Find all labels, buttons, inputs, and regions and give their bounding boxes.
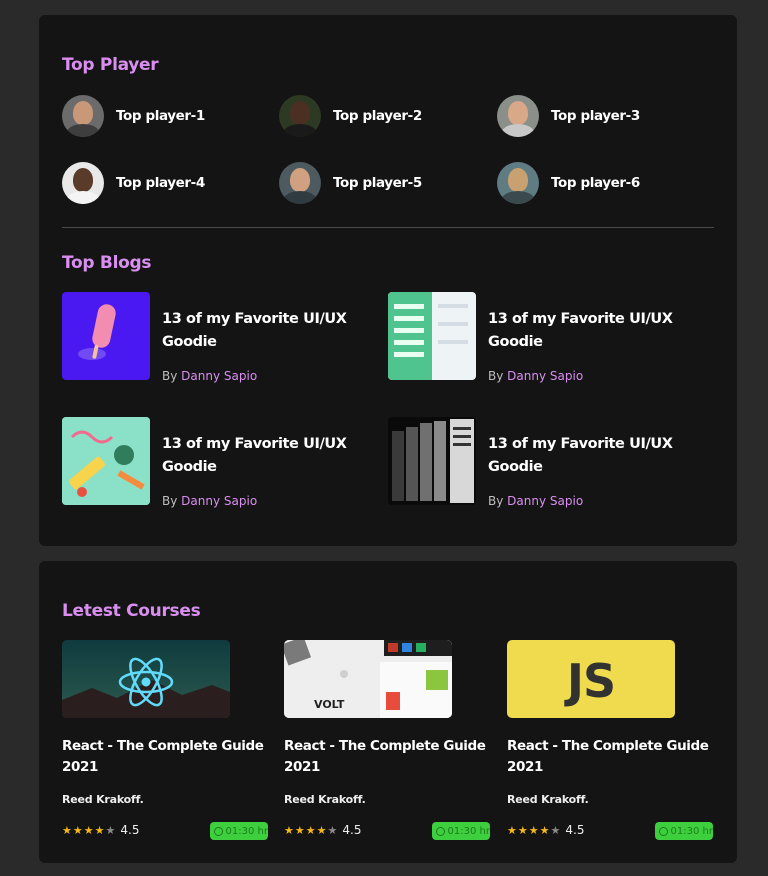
star-icon: ★ — [517, 823, 528, 837]
player-name: Top player-1 — [116, 108, 205, 124]
course-title[interactable]: React - The Complete Guide 2021 — [284, 736, 494, 778]
star-icon: ★ — [62, 823, 72, 837]
course-thumbnail: JS — [507, 640, 675, 718]
clock-icon — [659, 826, 668, 836]
star-icon: ★ — [105, 823, 116, 837]
player-name: Top player-4 — [116, 175, 205, 191]
blog-card[interactable]: 13 of my Favorite UI/UX Goodie By Danny … — [388, 417, 688, 508]
clock-icon — [436, 826, 445, 836]
avatar-icon — [279, 162, 321, 204]
player-item[interactable]: Top player-2 — [279, 95, 422, 137]
star-icon: ★ — [316, 823, 327, 837]
rating-value: 4.5 — [565, 823, 585, 837]
blog-meta: By Danny Sapio — [162, 369, 257, 383]
blog-meta: By Danny Sapio — [162, 494, 257, 508]
duration-text: 01:30 hr — [447, 825, 490, 837]
star-icon: ★ — [305, 823, 316, 837]
clock-icon — [214, 826, 223, 836]
course-author: Reed Krakoff. — [284, 793, 366, 806]
courses-card: Letest Courses React - The Complete Guid… — [39, 561, 737, 863]
player-name: Top player-6 — [551, 175, 640, 191]
course-rating: ★ ★ ★ ★ ★ 4.5 — [507, 823, 584, 837]
star-icon: ★ — [327, 823, 338, 837]
course-rating: ★ ★ ★ ★ ★ 4.5 — [62, 823, 139, 837]
course-author: Reed Krakoff. — [62, 793, 144, 806]
course-card[interactable]: VOLT React - The Complete Guide 2021 Ree… — [284, 640, 492, 860]
blog-card[interactable]: 13 of my Favorite UI/UX Goodie By Danny … — [388, 292, 688, 383]
player-name: Top player-5 — [333, 175, 422, 191]
by-label: By — [488, 494, 504, 508]
top-player-heading: Top Player — [62, 55, 159, 75]
latest-courses-heading: Letest Courses — [62, 601, 201, 621]
avatar-icon — [279, 95, 321, 137]
blog-meta: By Danny Sapio — [488, 494, 583, 508]
js-logo-text: JS — [566, 654, 616, 708]
player-name: Top player-2 — [333, 108, 422, 124]
player-item[interactable]: Top player-5 — [279, 162, 422, 204]
blog-card[interactable]: 13 of my Favorite UI/UX Goodie By Danny … — [62, 292, 362, 383]
star-icon: ★ — [284, 823, 294, 837]
player-item[interactable]: Top player-1 — [62, 95, 205, 137]
top-blogs-heading: Top Blogs — [62, 253, 152, 273]
player-item[interactable]: Top player-4 — [62, 162, 205, 204]
star-icon: ★ — [528, 823, 539, 837]
blog-meta: By Danny Sapio — [488, 369, 583, 383]
blog-title[interactable]: 13 of my Favorite UI/UX Goodie — [162, 433, 362, 479]
section-divider — [62, 227, 714, 228]
rating-value: 4.5 — [342, 823, 362, 837]
avatar-icon — [62, 95, 104, 137]
rating-value: 4.5 — [120, 823, 140, 837]
blog-author-link[interactable]: Danny Sapio — [181, 369, 257, 383]
blog-thumbnail — [62, 417, 150, 505]
star-icon: ★ — [94, 823, 105, 837]
player-item[interactable]: Top player-6 — [497, 162, 640, 204]
duration-badge: 01:30 hr — [655, 822, 713, 840]
blog-thumbnail — [388, 417, 476, 505]
duration-badge: 01:30 hr — [210, 822, 268, 840]
blog-author-link[interactable]: Danny Sapio — [507, 494, 583, 508]
star-icon: ★ — [72, 823, 83, 837]
blog-title[interactable]: 13 of my Favorite UI/UX Goodie — [162, 308, 362, 354]
blog-title[interactable]: 13 of my Favorite UI/UX Goodie — [488, 433, 688, 479]
player-item[interactable]: Top player-3 — [497, 95, 640, 137]
duration-badge: 01:30 hr — [432, 822, 490, 840]
duration-text: 01:30 hr — [225, 825, 268, 837]
player-name: Top player-3 — [551, 108, 640, 124]
blog-thumbnail — [388, 292, 476, 380]
blog-author-link[interactable]: Danny Sapio — [507, 369, 583, 383]
avatar-icon — [497, 95, 539, 137]
course-card[interactable]: JS React - The Complete Guide 2021 Reed … — [507, 640, 715, 860]
star-icon: ★ — [83, 823, 94, 837]
course-title[interactable]: React - The Complete Guide 2021 — [62, 736, 272, 778]
star-icon: ★ — [507, 823, 517, 837]
blog-title[interactable]: 13 of my Favorite UI/UX Goodie — [488, 308, 688, 354]
duration-text: 01:30 hr — [670, 825, 713, 837]
avatar-icon — [62, 162, 104, 204]
avatar-icon — [497, 162, 539, 204]
by-label: By — [488, 369, 504, 383]
course-author: Reed Krakoff. — [507, 793, 589, 806]
blog-thumbnail — [62, 292, 150, 380]
blog-card[interactable]: 13 of my Favorite UI/UX Goodie By Danny … — [62, 417, 362, 508]
thumbnail-label: VOLT — [314, 698, 345, 711]
star-icon: ★ — [294, 823, 305, 837]
by-label: By — [162, 494, 178, 508]
course-title[interactable]: React - The Complete Guide 2021 — [507, 736, 717, 778]
top-card: Top Player Top player-1 Top player-2 Top… — [39, 15, 737, 546]
course-card[interactable]: React - The Complete Guide 2021 Reed Kra… — [62, 640, 270, 860]
course-thumbnail — [62, 640, 230, 718]
by-label: By — [162, 369, 178, 383]
course-rating: ★ ★ ★ ★ ★ 4.5 — [284, 823, 361, 837]
course-thumbnail — [284, 640, 452, 718]
blog-author-link[interactable]: Danny Sapio — [181, 494, 257, 508]
star-icon: ★ — [550, 823, 561, 837]
star-icon: ★ — [539, 823, 550, 837]
